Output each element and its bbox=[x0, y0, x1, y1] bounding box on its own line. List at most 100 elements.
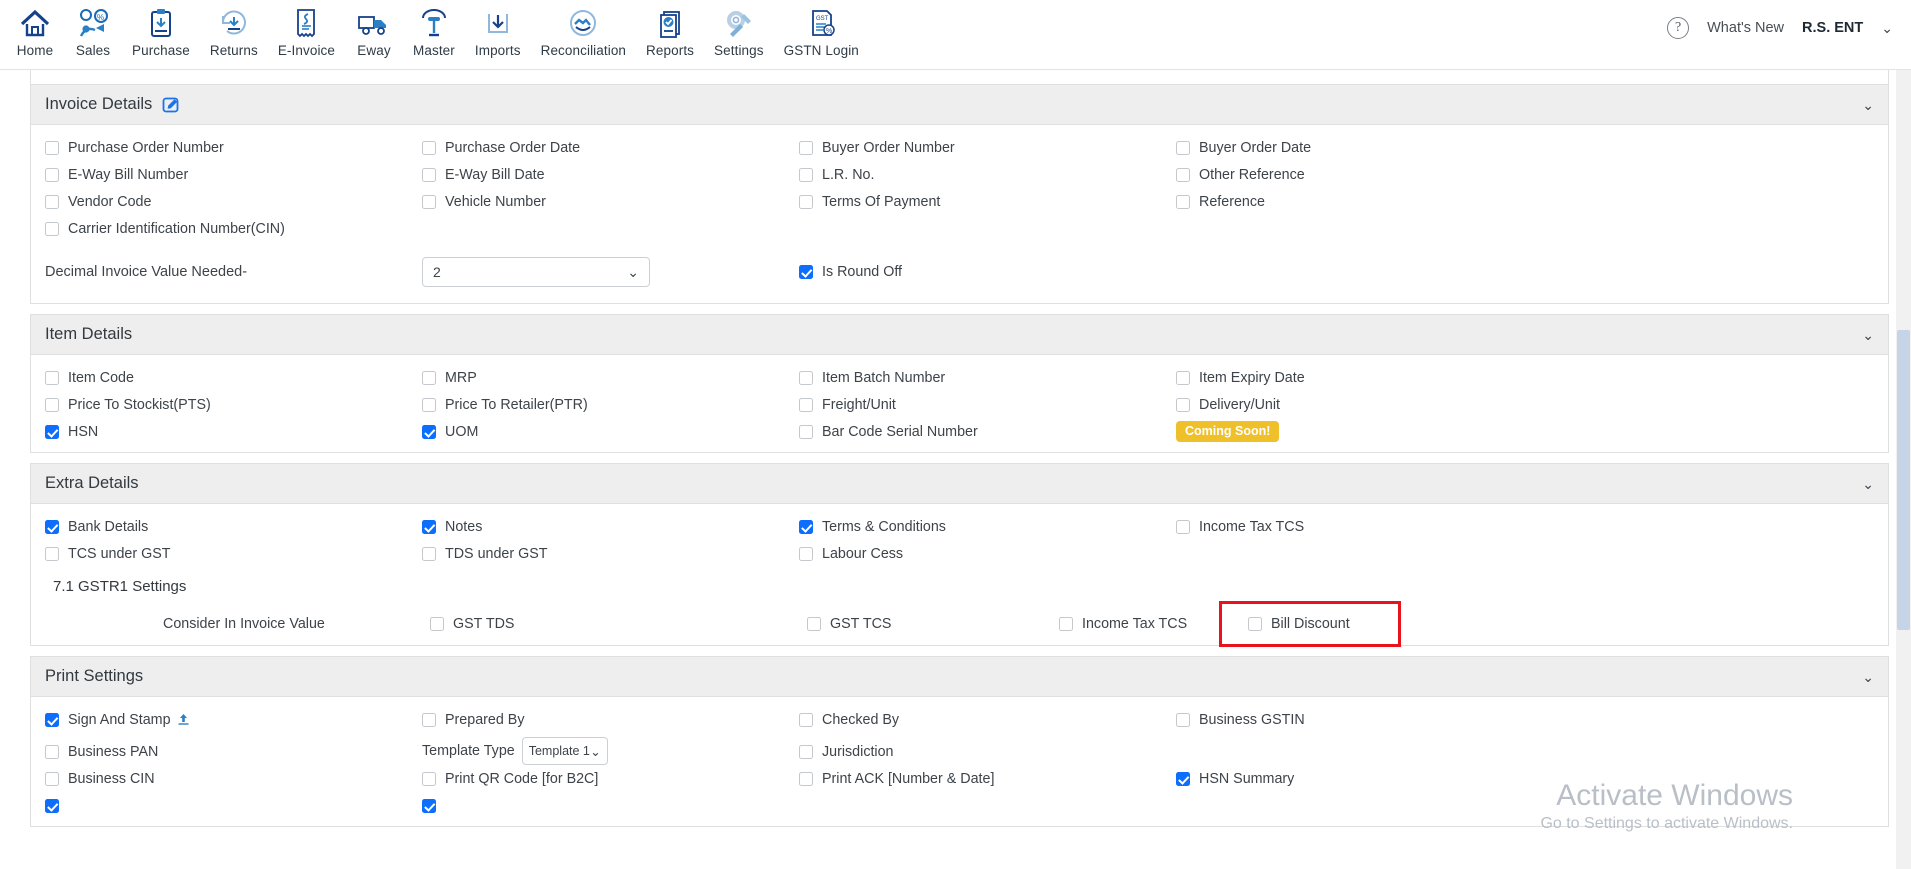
nav-item-master[interactable]: Master bbox=[403, 0, 465, 58]
nav-item-einvoice[interactable]: E-Invoice bbox=[268, 0, 345, 58]
option-hsn[interactable]: HSN bbox=[45, 421, 422, 442]
checkbox[interactable] bbox=[1176, 712, 1190, 727]
checkbox[interactable] bbox=[45, 712, 59, 727]
checkbox[interactable] bbox=[45, 140, 59, 155]
option-business-cin[interactable]: Business CIN bbox=[45, 768, 422, 789]
checkbox[interactable] bbox=[799, 370, 813, 385]
option-income-tax-tcs[interactable]: Income Tax TCS bbox=[1176, 516, 1874, 537]
option-other-reference[interactable]: Other Reference bbox=[1176, 164, 1874, 185]
nav-item-home[interactable]: Home bbox=[6, 0, 64, 58]
chevron-down-icon[interactable]: ⌄ bbox=[1881, 20, 1893, 37]
option-mrp[interactable]: MRP bbox=[422, 367, 799, 388]
checkbox[interactable] bbox=[45, 167, 59, 182]
checkbox[interactable] bbox=[1059, 617, 1073, 631]
option-item-expiry-date[interactable]: Item Expiry Date bbox=[1176, 367, 1874, 388]
option-notes[interactable]: Notes bbox=[422, 516, 799, 537]
option-cutoff-col1[interactable] bbox=[45, 795, 422, 816]
chevron-down-icon[interactable]: ⌄ bbox=[1862, 670, 1874, 684]
checkbox[interactable] bbox=[799, 519, 813, 534]
option-buyer-order-number[interactable]: Buyer Order Number bbox=[799, 137, 1176, 158]
checkbox[interactable] bbox=[45, 194, 59, 209]
option-delivery-per-unit[interactable]: Delivery/Unit bbox=[1176, 394, 1874, 415]
option-vendor-code[interactable]: Vendor Code bbox=[45, 191, 422, 212]
vertical-scrollbar-thumb[interactable] bbox=[1897, 330, 1910, 630]
chevron-down-icon[interactable]: ⌄ bbox=[1862, 328, 1874, 342]
option-is-round-off[interactable]: Is Round Off bbox=[799, 262, 1176, 283]
checkbox[interactable] bbox=[799, 194, 813, 209]
option-checked-by[interactable]: Checked By bbox=[799, 709, 1176, 730]
nav-item-eway[interactable]: Eway bbox=[345, 0, 403, 58]
option-cutoff-col2[interactable] bbox=[422, 795, 799, 816]
checkbox[interactable] bbox=[422, 424, 436, 439]
checkbox[interactable] bbox=[45, 771, 59, 786]
option-print-ack[interactable]: Print ACK [Number & Date] bbox=[799, 768, 1176, 789]
checkbox[interactable] bbox=[422, 798, 436, 813]
option-tds-under-gst[interactable]: TDS under GST bbox=[422, 543, 799, 564]
option-terms-of-payment[interactable]: Terms Of Payment bbox=[799, 191, 1176, 212]
option-hsn-summary[interactable]: HSN Summary bbox=[1176, 768, 1874, 789]
checkbox[interactable] bbox=[1176, 140, 1190, 155]
help-icon[interactable]: ? bbox=[1667, 17, 1690, 39]
checkbox[interactable] bbox=[1176, 519, 1190, 534]
checkbox[interactable] bbox=[45, 370, 59, 385]
option-sign-and-stamp[interactable]: Sign And Stamp bbox=[45, 709, 422, 730]
checkbox[interactable] bbox=[1176, 194, 1190, 209]
checkbox[interactable] bbox=[422, 712, 436, 727]
checkbox[interactable] bbox=[799, 167, 813, 182]
nav-item-gstn-login[interactable]: GST% GSTN Login bbox=[774, 0, 869, 58]
option-purchase-order-date[interactable]: Purchase Order Date bbox=[422, 137, 799, 158]
option-bank-details[interactable]: Bank Details bbox=[45, 516, 422, 537]
checkbox[interactable] bbox=[422, 140, 436, 155]
checkbox[interactable] bbox=[1176, 370, 1190, 385]
checkbox[interactable] bbox=[422, 519, 436, 534]
upload-icon[interactable] bbox=[177, 713, 190, 726]
option-cutoff-col3[interactable] bbox=[799, 795, 1176, 816]
option-item-batch-number[interactable]: Item Batch Number bbox=[799, 367, 1176, 388]
checkbox[interactable] bbox=[422, 167, 436, 182]
checkbox[interactable] bbox=[1248, 617, 1262, 631]
template-type-select[interactable]: Template 1 ⌄ bbox=[521, 737, 608, 765]
checkbox[interactable] bbox=[799, 712, 813, 727]
option-business-pan[interactable]: Business PAN bbox=[45, 736, 422, 768]
option-terms-and-conditions[interactable]: Terms & Conditions bbox=[799, 516, 1176, 537]
checkbox[interactable] bbox=[799, 265, 813, 279]
option-item-code[interactable]: Item Code bbox=[45, 367, 422, 388]
checkbox[interactable] bbox=[799, 771, 813, 786]
option-buyer-order-date[interactable]: Buyer Order Date bbox=[1176, 137, 1874, 158]
option-purchase-order-number[interactable]: Purchase Order Number bbox=[45, 137, 422, 158]
option-reference[interactable]: Reference bbox=[1176, 191, 1874, 212]
checkbox[interactable] bbox=[422, 370, 436, 385]
checkbox[interactable] bbox=[45, 745, 59, 759]
nav-item-imports[interactable]: Imports bbox=[465, 0, 531, 58]
checkbox[interactable] bbox=[799, 397, 813, 412]
option-labour-cess[interactable]: Labour Cess bbox=[799, 543, 1176, 564]
vertical-scrollbar-track[interactable] bbox=[1896, 70, 1911, 869]
checkbox[interactable] bbox=[799, 424, 813, 439]
checkbox[interactable] bbox=[45, 519, 59, 534]
edit-pencil-icon[interactable] bbox=[162, 96, 180, 114]
option-price-to-stockist[interactable]: Price To Stockist(PTS) bbox=[45, 394, 422, 415]
checkbox[interactable] bbox=[807, 617, 821, 631]
option-eway-bill-number[interactable]: E-Way Bill Number bbox=[45, 164, 422, 185]
checkbox[interactable] bbox=[799, 140, 813, 155]
checkbox[interactable] bbox=[1176, 167, 1190, 182]
nav-item-reports[interactable]: Reports bbox=[636, 0, 704, 58]
whats-new-link[interactable]: What's New bbox=[1707, 20, 1784, 36]
nav-item-sales[interactable]: % Sales bbox=[64, 0, 122, 58]
checkbox[interactable] bbox=[45, 221, 59, 236]
option-gst-tcs[interactable]: GST TCS bbox=[807, 614, 1059, 635]
chevron-down-icon[interactable]: ⌄ bbox=[1862, 98, 1874, 112]
option-vehicle-number[interactable]: Vehicle Number bbox=[422, 191, 799, 212]
option-income-tax-tcs-gstr1[interactable]: Income Tax TCS bbox=[1059, 614, 1211, 635]
checkbox[interactable] bbox=[422, 397, 436, 412]
option-eway-bill-date[interactable]: E-Way Bill Date bbox=[422, 164, 799, 185]
chevron-down-icon[interactable]: ⌄ bbox=[1862, 477, 1874, 491]
option-jurisdiction[interactable]: Jurisdiction bbox=[799, 736, 1176, 768]
option-carrier-identification-number[interactable]: Carrier Identification Number(CIN) bbox=[45, 218, 422, 239]
option-uom[interactable]: UOM bbox=[422, 421, 799, 442]
checkbox[interactable] bbox=[422, 546, 436, 561]
option-print-qr-code[interactable]: Print QR Code [for B2C] bbox=[422, 768, 799, 789]
option-freight-per-unit[interactable]: Freight/Unit bbox=[799, 394, 1176, 415]
option-bill-discount[interactable]: Bill Discount bbox=[1248, 614, 1350, 635]
nav-item-settings[interactable]: Settings bbox=[704, 0, 774, 58]
